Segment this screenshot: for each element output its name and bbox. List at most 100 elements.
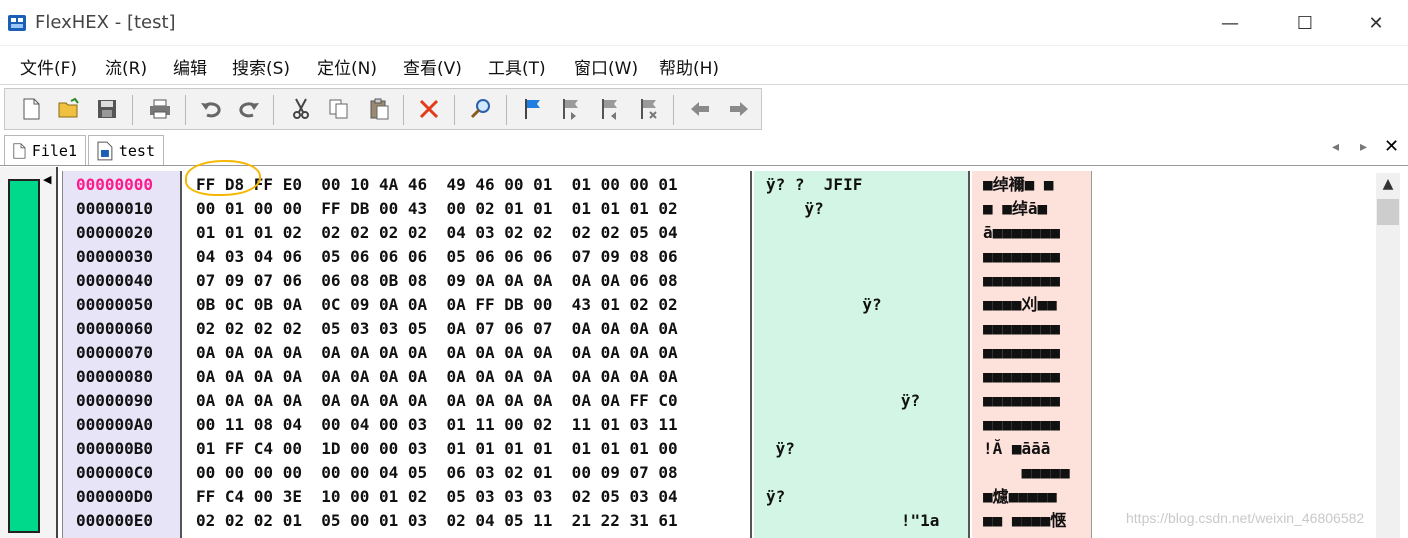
- address-cell: 00000030: [76, 247, 154, 266]
- menu-help[interactable]: 帮助(H): [659, 54, 719, 79]
- ascii-row[interactable]: [754, 245, 766, 269]
- hex-column[interactable]: FF D8 FF E0 00 10 4A 46 49 46 00 01 01 0…: [184, 171, 752, 538]
- open-folder-icon: [58, 97, 79, 118]
- hex-row[interactable]: 0A 0A 0A 0A 0A 0A 0A 0A 0A 0A 0A 0A 0A 0…: [184, 389, 678, 413]
- paste-button[interactable]: [365, 95, 393, 123]
- open-file-button[interactable]: [55, 95, 83, 123]
- annotation-circle: [185, 160, 261, 196]
- unicode-row[interactable]: ■绰襧■ ■: [972, 173, 1054, 197]
- minimize-button[interactable]: —: [1215, 10, 1245, 36]
- tab-next-button[interactable]: ▸: [1360, 139, 1367, 155]
- find-button[interactable]: [467, 95, 495, 123]
- hex-row[interactable]: 02 02 02 02 05 03 03 05 0A 07 06 07 0A 0…: [184, 317, 678, 341]
- ascii-row[interactable]: [754, 269, 766, 293]
- menu-stream[interactable]: 流(R): [105, 54, 147, 79]
- maximize-button[interactable]: ☐: [1290, 10, 1320, 36]
- hex-row[interactable]: 04 03 04 06 05 06 06 06 05 06 06 06 07 0…: [184, 245, 678, 269]
- hex-row[interactable]: 00 00 00 00 00 00 04 05 06 03 02 01 00 0…: [184, 461, 678, 485]
- file-map-panel: ◀: [0, 167, 58, 538]
- ascii-row[interactable]: ÿ?: [754, 485, 785, 509]
- ascii-row[interactable]: [754, 341, 766, 365]
- forward-button[interactable]: [725, 95, 753, 123]
- tab-close-button[interactable]: ✕: [1384, 136, 1399, 157]
- ascii-row[interactable]: [754, 365, 766, 389]
- menu-tools[interactable]: 工具(T): [488, 54, 546, 79]
- menu-search[interactable]: 搜索(S): [232, 54, 290, 79]
- hex-row[interactable]: 02 02 02 01 05 00 01 03 02 04 05 11 21 2…: [184, 509, 678, 533]
- ascii-row[interactable]: ÿ?: [754, 389, 920, 413]
- copy-icon: [329, 99, 348, 119]
- hex-row[interactable]: 01 01 01 02 02 02 02 02 04 03 02 02 02 0…: [184, 221, 678, 245]
- scroll-up-button[interactable]: ▲: [1376, 173, 1400, 195]
- unicode-row[interactable]: ā■■■■■■■: [972, 221, 1060, 245]
- unicode-row[interactable]: ■■■■刈■■: [972, 293, 1057, 317]
- cut-button[interactable]: [287, 95, 315, 123]
- ascii-row[interactable]: [754, 221, 766, 245]
- hex-row[interactable]: 07 09 07 06 06 08 0B 08 09 0A 0A 0A 0A 0…: [184, 269, 678, 293]
- delete-button[interactable]: [415, 95, 443, 123]
- hex-row[interactable]: 0A 0A 0A 0A 0A 0A 0A 0A 0A 0A 0A 0A 0A 0…: [184, 341, 678, 365]
- prev-bookmark-button[interactable]: [596, 95, 624, 123]
- hex-row[interactable]: 00 11 08 04 00 04 00 03 01 11 00 02 11 0…: [184, 413, 678, 437]
- unicode-column[interactable]: ■绰襧■ ■ ■ ■绰ā■ ā■■■■■■■ ■■■■■■■■ ■■■■■■■■…: [972, 171, 1092, 538]
- file-map-bar[interactable]: [8, 179, 40, 533]
- address-cell: 00000050: [76, 295, 154, 314]
- unicode-row[interactable]: ■■ ■■■■惬: [972, 509, 1066, 533]
- ascii-row[interactable]: ÿ?: [754, 293, 881, 317]
- window-title: FlexHEX - [test]: [35, 12, 176, 33]
- address-cell: 000000B0: [76, 439, 154, 458]
- address-column: 00000000 00000010 00000020 00000030 0000…: [62, 171, 182, 538]
- menu-file[interactable]: 文件(F): [20, 54, 77, 79]
- set-bookmark-button[interactable]: [519, 95, 547, 123]
- address-cell: 00000000: [76, 175, 154, 194]
- unicode-row[interactable]: ■■■■■■■■: [972, 341, 1060, 365]
- hex-row[interactable]: FF C4 00 3E 10 00 01 02 05 03 03 03 02 0…: [184, 485, 678, 509]
- tab-label: test: [118, 141, 155, 160]
- ascii-row[interactable]: [754, 413, 766, 437]
- ascii-row[interactable]: [754, 461, 766, 485]
- redo-button[interactable]: [235, 95, 263, 123]
- hex-row[interactable]: 0B 0C 0B 0A 0C 09 0A 0A 0A FF DB 00 43 0…: [184, 293, 678, 317]
- unicode-row[interactable]: ■■■■■■■■: [972, 269, 1060, 293]
- next-bookmark-button[interactable]: [557, 95, 585, 123]
- unicode-row[interactable]: ■ ■绰ā■: [972, 197, 1047, 221]
- ascii-row[interactable]: !"1a: [754, 509, 940, 533]
- tab-test[interactable]: test: [88, 135, 164, 165]
- new-file-button[interactable]: [17, 95, 45, 123]
- hex-row[interactable]: 00 01 00 00 FF DB 00 43 00 02 01 01 01 0…: [184, 197, 678, 221]
- position-marker-icon: ◀: [43, 173, 52, 186]
- new-file-icon: [23, 98, 40, 120]
- unicode-row[interactable]: !Ă ■āāā: [972, 437, 1050, 461]
- menu-edit[interactable]: 编辑: [173, 54, 207, 79]
- tab-prev-button[interactable]: ◂: [1332, 139, 1339, 155]
- copy-button[interactable]: [325, 95, 353, 123]
- unicode-row[interactable]: ■■■■■: [972, 461, 1070, 485]
- ascii-row[interactable]: [754, 317, 766, 341]
- print-button[interactable]: [146, 95, 174, 123]
- menu-window[interactable]: 窗口(W): [574, 54, 638, 79]
- unicode-row[interactable]: ■■■■■■■■: [972, 389, 1060, 413]
- back-button[interactable]: [686, 95, 714, 123]
- clear-bookmarks-button[interactable]: [635, 95, 663, 123]
- hex-row[interactable]: 01 FF C4 00 1D 00 00 03 01 01 01 01 01 0…: [184, 437, 678, 461]
- scroll-thumb[interactable]: [1377, 199, 1399, 225]
- ascii-column[interactable]: ÿ? ? JFIF ÿ? ÿ? ÿ? ÿ? ÿ? !"1a: [754, 171, 970, 538]
- undo-button[interactable]: [197, 95, 225, 123]
- menu-view[interactable]: 查看(V): [403, 54, 462, 79]
- ascii-row[interactable]: ÿ? ? JFIF: [754, 173, 862, 197]
- vertical-scrollbar[interactable]: ▲: [1376, 173, 1400, 538]
- app-icon: [8, 15, 26, 31]
- hex-editor[interactable]: ◀ 00000000 00000010 00000020 00000030 00…: [0, 167, 1408, 538]
- ascii-row[interactable]: ÿ?: [754, 197, 824, 221]
- unicode-row[interactable]: ■■■■■■■■: [972, 413, 1060, 437]
- tab-file1[interactable]: File1: [4, 135, 86, 165]
- menu-goto[interactable]: 定位(N): [317, 54, 377, 79]
- close-button[interactable]: ✕: [1361, 10, 1391, 36]
- save-button[interactable]: [93, 95, 121, 123]
- hex-row[interactable]: 0A 0A 0A 0A 0A 0A 0A 0A 0A 0A 0A 0A 0A 0…: [184, 365, 678, 389]
- unicode-row[interactable]: ■■■■■■■■: [972, 317, 1060, 341]
- unicode-row[interactable]: ■■■■■■■■: [972, 365, 1060, 389]
- unicode-row[interactable]: ■■■■■■■■: [972, 245, 1060, 269]
- ascii-row[interactable]: ÿ?: [754, 437, 795, 461]
- unicode-row[interactable]: ■爈■■■■■: [972, 485, 1057, 509]
